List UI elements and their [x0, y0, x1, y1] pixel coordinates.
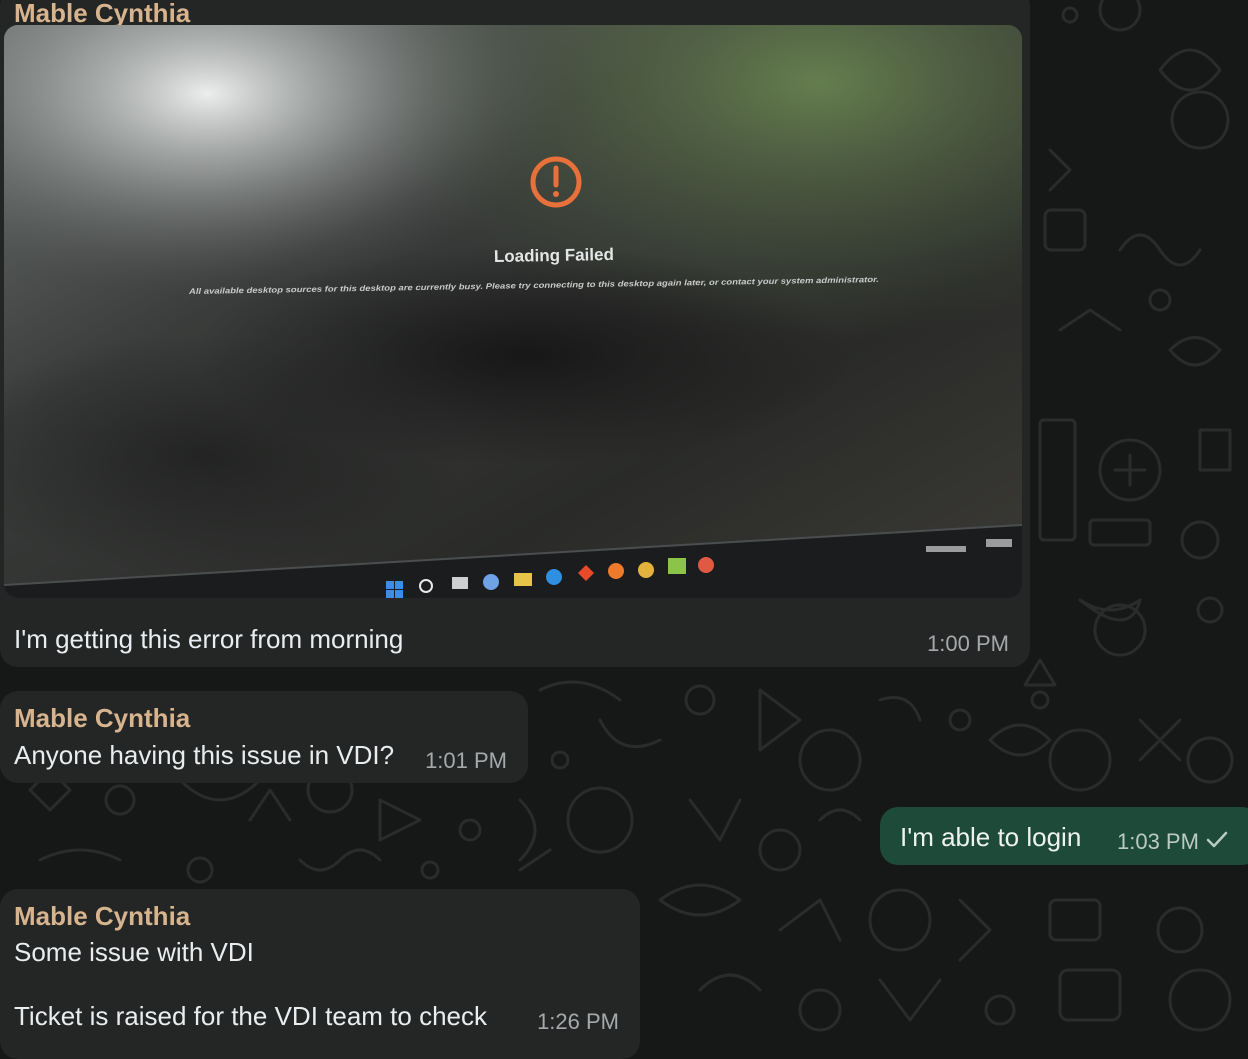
incoming-message-bubble[interactable]: Mable Cynthia Anyone having this issue i… — [0, 691, 528, 783]
sender-name[interactable]: Mable Cynthia — [14, 703, 190, 734]
incoming-message-bubble[interactable]: Mable Cynthia Loading Failed All availab… — [0, 0, 1030, 667]
message-time: 1:03 PM — [1117, 829, 1199, 854]
message-text-line[interactable]: Some issue with VDI — [14, 937, 254, 968]
sender-name[interactable]: Mable Cynthia — [14, 901, 190, 932]
attached-photo[interactable]: Loading Failed All available desktop sou… — [4, 25, 1022, 598]
message-text[interactable]: Anyone having this issue in VDI? — [14, 740, 394, 771]
message-text[interactable]: I'm able to login — [900, 822, 1081, 853]
error-title: Loading Failed — [494, 245, 614, 266]
incoming-message-bubble[interactable]: Mable Cynthia Some issue with VDI Ticket… — [0, 889, 640, 1059]
single-check-icon — [1206, 831, 1228, 848]
message-time: 1:26 PM — [537, 1009, 619, 1034]
message-time: 1:01 PM — [425, 748, 507, 773]
message-text-line[interactable]: Ticket is raised for the VDI team to che… — [14, 1001, 487, 1032]
message-text[interactable]: I'm getting this error from morning — [14, 624, 403, 655]
message-time: 1:00 PM — [927, 631, 1009, 656]
outgoing-message-bubble[interactable]: I'm able to login 1:03 PM — [880, 807, 1248, 865]
